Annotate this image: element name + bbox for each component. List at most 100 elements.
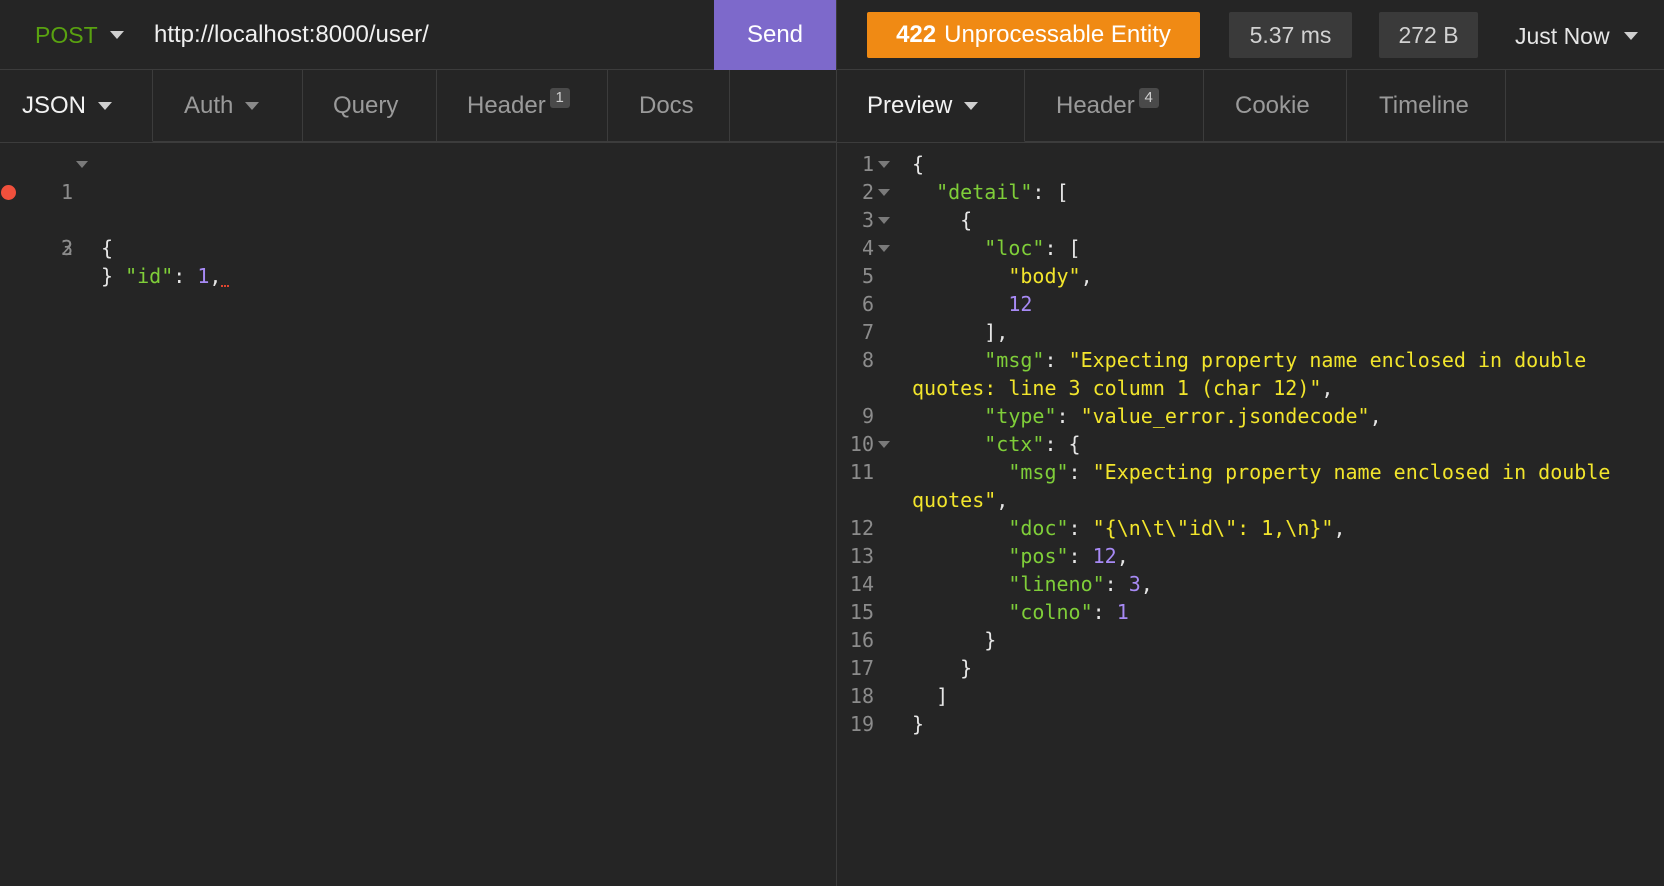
history-label: Just Now bbox=[1515, 22, 1610, 49]
chevron-down-icon bbox=[964, 101, 979, 110]
api-client-window: POST http://localhost:8000/user/ Send JS… bbox=[0, 0, 1664, 886]
json-number: 3 bbox=[1128, 572, 1141, 596]
response-preview[interactable]: 1{2 "detail": [3 {4 "loc": [5 "body", 6 1… bbox=[837, 150, 1664, 738]
json-separator: : bbox=[173, 264, 198, 288]
url-input[interactable]: http://localhost:8000/user/ bbox=[154, 18, 694, 52]
tab-response-header[interactable]: Header 4 bbox=[1025, 70, 1204, 142]
status-badge: 422 Unprocessable Entity bbox=[867, 12, 1200, 58]
code-text: "lineno": 3, bbox=[912, 570, 1153, 598]
tab-timeline[interactable]: Timeline bbox=[1347, 70, 1506, 142]
code-text: } bbox=[912, 626, 996, 654]
json-key: "loc" bbox=[984, 236, 1045, 260]
code-text: quotes", bbox=[912, 486, 1008, 514]
code-text: "pos": 12, bbox=[912, 542, 1128, 570]
tab-query[interactable]: Query bbox=[303, 70, 437, 142]
code-line: 18 ] bbox=[837, 682, 1664, 710]
tab-cookie[interactable]: Cookie bbox=[1204, 70, 1347, 142]
json-key: "msg" bbox=[1008, 460, 1069, 484]
code-line: quotes", bbox=[837, 486, 1664, 514]
code-line: 11 "msg": "Expecting property name enclo… bbox=[837, 458, 1664, 486]
json-key: "pos" bbox=[1008, 544, 1069, 568]
request-pane: POST http://localhost:8000/user/ Send JS… bbox=[0, 0, 836, 886]
json-punctuation: : bbox=[1068, 544, 1093, 568]
tab-label: JSON bbox=[22, 91, 87, 119]
json-punctuation: : bbox=[1068, 516, 1093, 540]
header-count-badge: 1 bbox=[549, 87, 570, 108]
error-dot-icon[interactable] bbox=[1, 185, 16, 200]
url-bar: POST http://localhost:8000/user/ Send bbox=[0, 0, 836, 70]
json-number: 1 bbox=[1116, 600, 1129, 624]
json-string: "Expecting property name enclosed in dou… bbox=[1092, 460, 1611, 484]
json-key: "lineno" bbox=[1008, 572, 1105, 596]
json-punctuation: , bbox=[1321, 376, 1334, 400]
line-number: 4 bbox=[861, 236, 874, 260]
chevron-down-icon bbox=[245, 101, 260, 110]
fold-arrow-icon[interactable] bbox=[878, 441, 890, 448]
chevron-down-icon bbox=[1623, 32, 1638, 40]
code-text: "id": 1, bbox=[101, 262, 230, 290]
json-trailing-comma: , bbox=[209, 264, 222, 288]
tabs-filler bbox=[1506, 70, 1664, 142]
code-text: { bbox=[912, 206, 972, 234]
json-punctuation: , bbox=[1140, 572, 1153, 596]
code-line: 12 "doc": "{\n\t\"id\": 1,\n}", bbox=[837, 514, 1664, 542]
json-punctuation: , bbox=[1333, 516, 1346, 540]
json-punctuation: , bbox=[1080, 264, 1093, 288]
fold-arrow-icon[interactable] bbox=[878, 245, 890, 252]
tab-label: Query bbox=[333, 91, 399, 119]
line-number: 3 bbox=[60, 236, 73, 260]
chevron-down-icon bbox=[98, 101, 113, 110]
line-number: 3 bbox=[861, 208, 874, 232]
line-number: 18 bbox=[849, 684, 874, 708]
json-punctuation: } bbox=[912, 712, 925, 736]
code-line: 9 "type": "value_error.jsondecode", bbox=[837, 402, 1664, 430]
fold-arrow-icon[interactable] bbox=[76, 161, 88, 168]
tab-docs[interactable]: Docs bbox=[608, 70, 730, 142]
tab-json[interactable]: JSON bbox=[0, 70, 153, 142]
json-punctuation: ] bbox=[936, 684, 949, 708]
json-punctuation: { bbox=[912, 152, 925, 176]
json-punctuation: } bbox=[960, 656, 973, 680]
code-line: 5 "body", bbox=[837, 262, 1664, 290]
code-text: "colno": 1 bbox=[912, 598, 1129, 626]
tab-auth[interactable]: Auth bbox=[153, 70, 303, 142]
code-text: 12 bbox=[912, 290, 1032, 318]
method-label: POST bbox=[35, 21, 98, 48]
line-number: 8 bbox=[861, 348, 874, 372]
json-string: quotes: line 3 column 1 (char 12)" bbox=[912, 376, 1322, 400]
response-size-badge: 272 B bbox=[1379, 12, 1478, 58]
json-string: "value_error.jsondecode" bbox=[1080, 404, 1370, 428]
fold-arrow-icon[interactable] bbox=[878, 217, 890, 224]
tab-label: Timeline bbox=[1379, 91, 1469, 119]
method-dropdown[interactable]: POST bbox=[35, 20, 124, 50]
json-key: "ctx" bbox=[984, 432, 1045, 456]
code-line: 14 "lineno": 3, bbox=[837, 570, 1664, 598]
json-punctuation: : bbox=[1092, 600, 1117, 624]
fold-arrow-icon[interactable] bbox=[878, 161, 890, 168]
status-code: 422 bbox=[896, 21, 937, 48]
response-status-bar: 422 Unprocessable Entity 5.37 ms 272 B J… bbox=[837, 0, 1664, 70]
line-number: 6 bbox=[861, 292, 874, 316]
request-body-editor[interactable]: 1 { 2 "id": 1, 3 } bbox=[0, 150, 836, 288]
code-line: 1{ bbox=[837, 150, 1664, 178]
json-punctuation: : bbox=[1068, 460, 1093, 484]
code-line: 10 "ctx": { bbox=[837, 430, 1664, 458]
send-button[interactable]: Send bbox=[714, 0, 836, 70]
json-string: "body" bbox=[1008, 264, 1081, 288]
history-dropdown[interactable]: Just Now bbox=[1515, 20, 1638, 52]
tab-preview[interactable]: Preview bbox=[837, 70, 1025, 142]
tab-label: Docs bbox=[639, 91, 694, 119]
status-text: Unprocessable Entity bbox=[944, 21, 1171, 48]
code-line: 16 } bbox=[837, 626, 1664, 654]
code-text: "msg": "Expecting property name enclosed… bbox=[912, 458, 1610, 486]
code-line: quotes: line 3 column 1 (char 12)", bbox=[837, 374, 1664, 402]
code-line: 17 } bbox=[837, 654, 1664, 682]
code-line: 6 12 bbox=[837, 290, 1664, 318]
fold-arrow-icon[interactable] bbox=[878, 189, 890, 196]
line-number: 14 bbox=[849, 572, 874, 596]
code-text: "doc": "{\n\t\"id\": 1,\n}", bbox=[912, 514, 1346, 542]
code-line: 2 "detail": [ bbox=[837, 178, 1664, 206]
error-squiggle bbox=[221, 281, 230, 287]
line-number: 1 bbox=[861, 152, 874, 176]
tab-header[interactable]: Header 1 bbox=[437, 70, 608, 142]
